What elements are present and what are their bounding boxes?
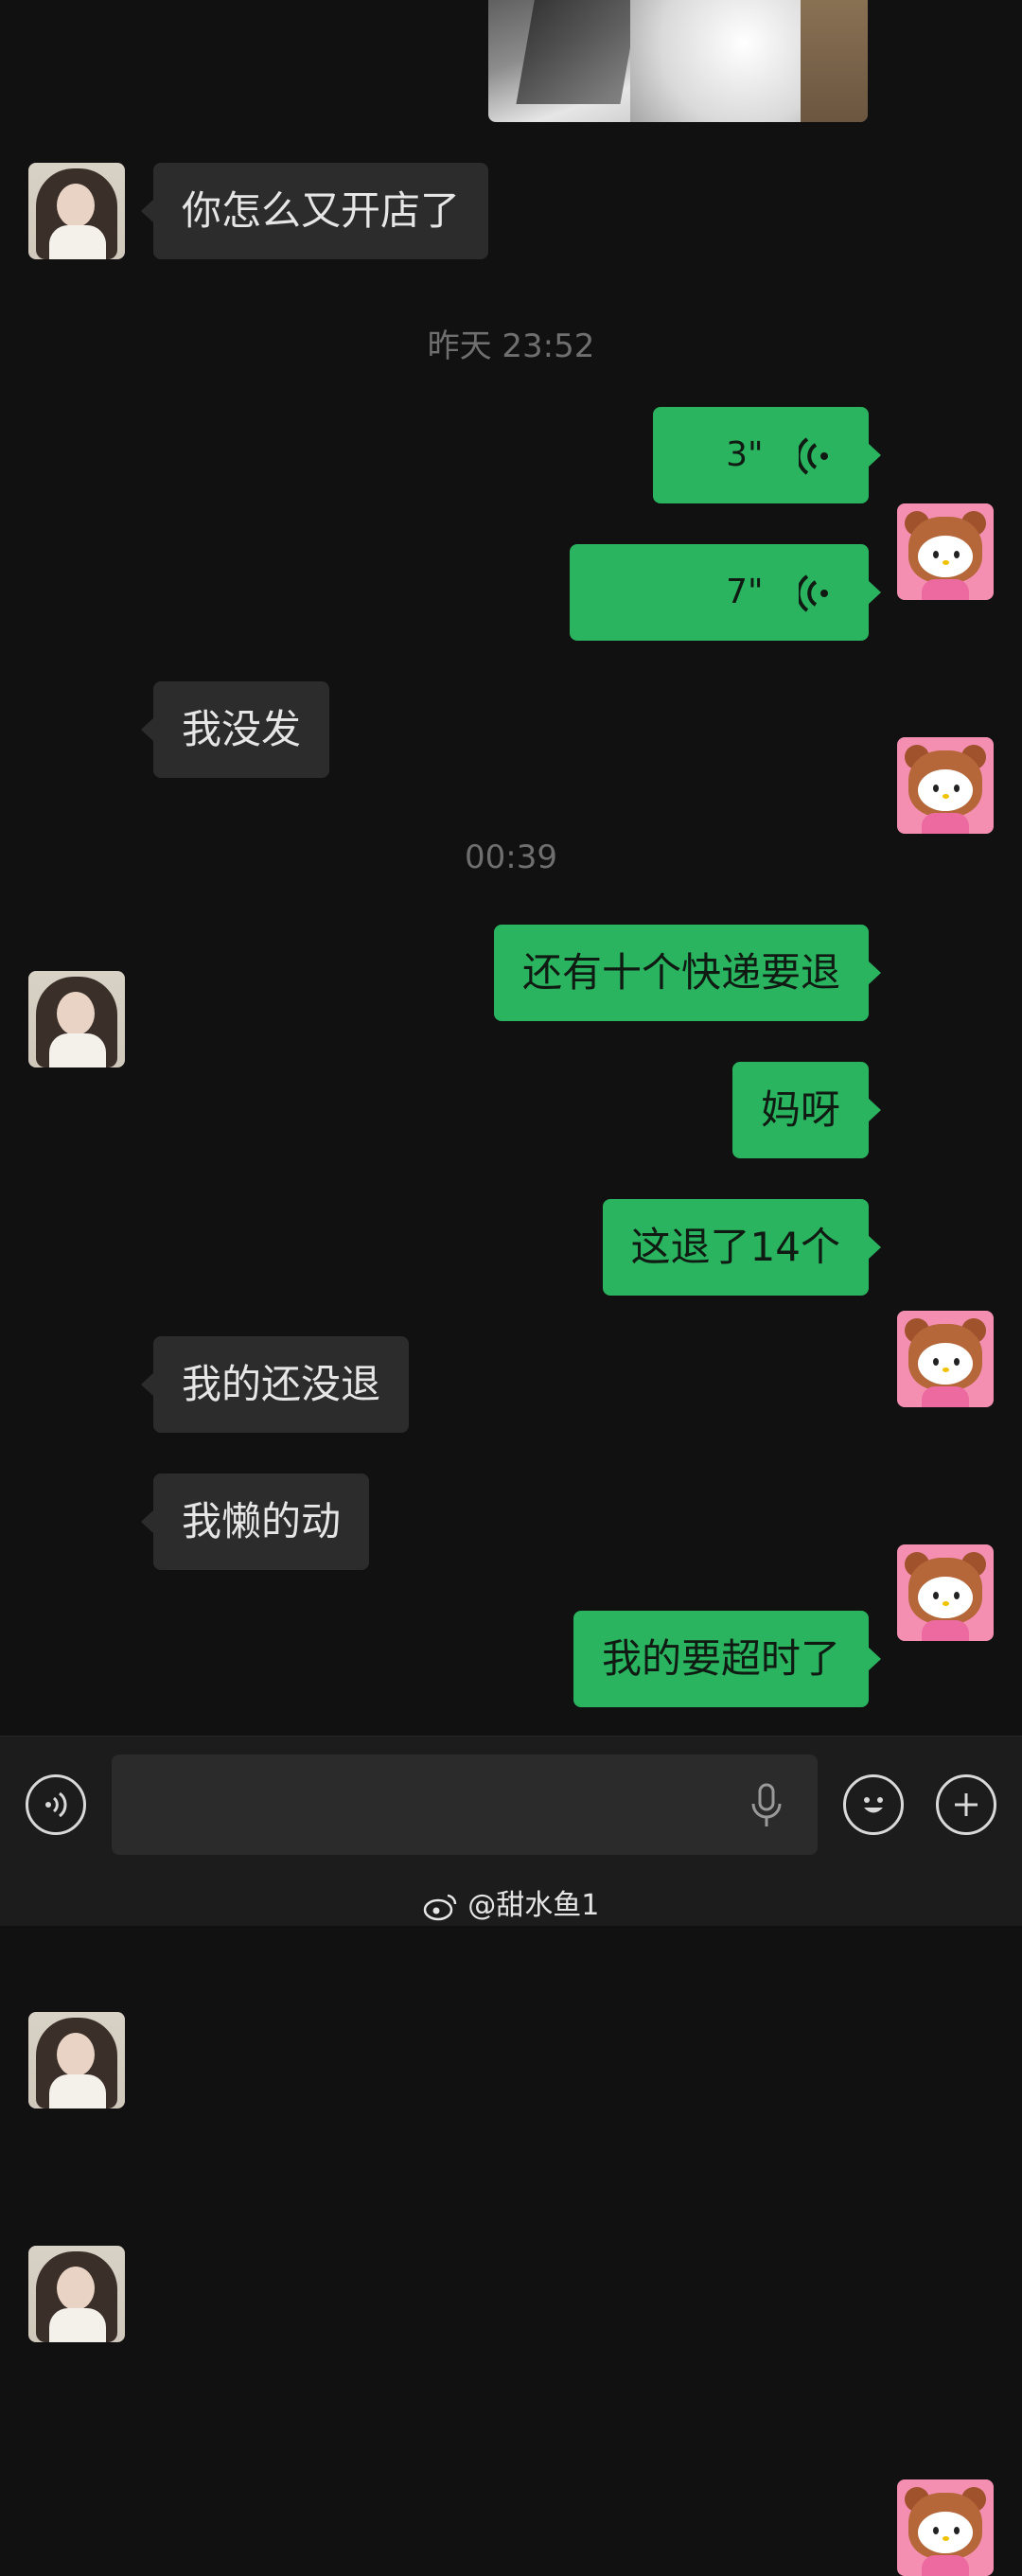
my-avatar[interactable]: [897, 503, 994, 600]
contact-avatar[interactable]: [28, 971, 125, 1067]
shared-photo[interactable]: [488, 0, 868, 122]
watermark: @甜水鱼1: [0, 1881, 1022, 1923]
my-avatar[interactable]: [897, 2479, 994, 2576]
watermark-text: @甜水鱼1: [467, 1889, 600, 1922]
my-avatar[interactable]: [897, 1544, 994, 1641]
voice-message[interactable]: 7": [570, 544, 881, 641]
voice-message[interactable]: 3": [653, 407, 881, 503]
weibo-icon: [423, 1894, 456, 1920]
photo-box: [801, 0, 868, 122]
my-avatar[interactable]: [897, 737, 994, 834]
plus-icon[interactable]: [936, 1774, 996, 1835]
timestamp: 00:39: [465, 838, 557, 876]
outgoing-message[interactable]: 这退了14个: [602, 1199, 882, 1296]
my-avatar[interactable]: [897, 1311, 994, 1407]
contact-avatar[interactable]: [28, 163, 125, 259]
message-input[interactable]: [112, 1755, 818, 1855]
microphone-icon[interactable]: [746, 1783, 787, 1834]
voice-wave-icon: [796, 574, 828, 612]
voice-duration: 3": [726, 435, 764, 474]
incoming-message[interactable]: 你怎么又开店了: [140, 163, 489, 259]
incoming-message[interactable]: 我没发: [140, 681, 330, 778]
emoji-icon[interactable]: [843, 1774, 904, 1835]
incoming-message[interactable]: 我的还没退: [140, 1336, 410, 1433]
voice-duration: 7": [726, 573, 764, 611]
incoming-message[interactable]: 我懒的动: [140, 1473, 370, 1570]
photo-bag-dark: [516, 0, 641, 104]
voice-mode-icon[interactable]: [26, 1774, 86, 1835]
outgoing-message[interactable]: 我的要超时了: [573, 1611, 882, 1707]
outgoing-message[interactable]: 妈呀: [731, 1062, 882, 1158]
outgoing-message[interactable]: 还有十个快递要退: [493, 925, 882, 1021]
timestamp: 昨天 23:52: [427, 327, 595, 365]
contact-avatar[interactable]: [28, 2012, 125, 2108]
photo-bag-white: [630, 0, 819, 122]
voice-wave-icon: [796, 437, 828, 475]
contact-avatar[interactable]: [28, 2246, 125, 2342]
